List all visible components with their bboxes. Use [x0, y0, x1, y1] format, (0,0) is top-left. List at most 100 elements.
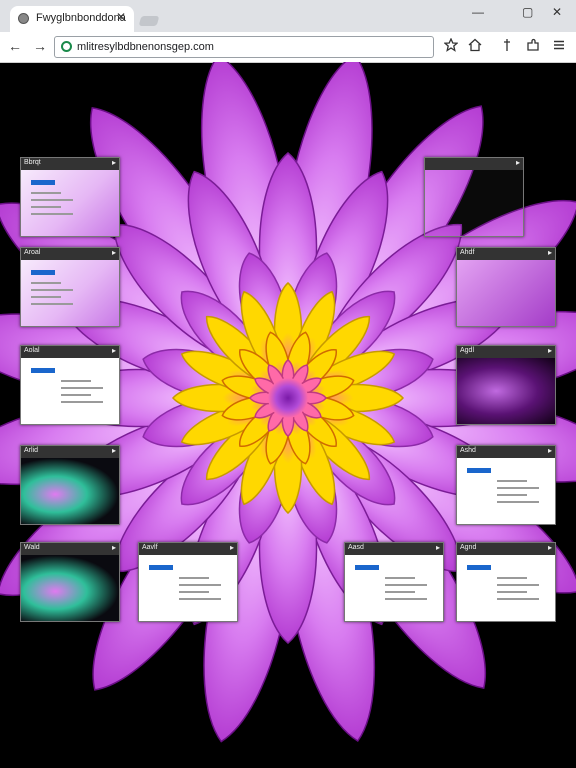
thumbnail-preview [457, 458, 555, 524]
forward-arrow-icon[interactable]: → [33, 38, 47, 54]
thumbnail-close-icon[interactable]: ▸ [112, 543, 116, 552]
tab-close-icon[interactable]: ✕ [116, 10, 126, 24]
window-thumbnail[interactable]: Aolal ▸ [20, 345, 120, 425]
thumbnail-accent-bar [355, 565, 379, 570]
thumbnail-text-line [61, 380, 91, 382]
thumbnail-header: Bbrqt ▸ [21, 158, 119, 170]
browser-toolbar: ← → mlitresylbdbnenonsgep.com [0, 32, 576, 63]
minimize-icon[interactable]: — [472, 5, 484, 19]
address-bar[interactable]: mlitresylbdbnenonsgep.com [54, 36, 434, 58]
thumbnail-preview [425, 170, 523, 236]
window-thumbnail[interactable]: Ashd ▸ [456, 445, 556, 525]
thumbnail-accent-bar [31, 270, 55, 275]
thumbnail-close-icon[interactable]: ▸ [548, 346, 552, 355]
thumbnail-header: Agnd ▸ [457, 543, 555, 555]
thumbnail-title: Aroal [24, 249, 41, 256]
thumbnail-close-icon[interactable]: ▸ [548, 248, 552, 257]
menu-icon[interactable] [552, 38, 566, 52]
thumbnail-text-line [31, 192, 61, 194]
thumbnail-accent-bar [31, 180, 55, 185]
flower-center [268, 378, 308, 418]
thumbnail-text-line [31, 296, 61, 298]
thumbnail-title: Aavlf [142, 544, 158, 551]
window-thumbnail[interactable]: Arlid ▸ [20, 445, 120, 525]
back-arrow-icon[interactable]: ← [8, 38, 22, 54]
thumbnail-text-line [179, 598, 221, 600]
thumbnail-close-icon[interactable]: ▸ [230, 543, 234, 552]
thumbnail-preview [457, 358, 555, 424]
thumbnail-accent-bar [31, 368, 55, 373]
desktop-wallpaper: Bbrqt ▸ ▸ Aroal ▸ Ahdf ▸ Aolal ▸ Agdl ▸ Arlid ▸ Ashd ▸… [0, 62, 576, 768]
thumbnail-header: ▸ [425, 158, 523, 170]
browser-tab[interactable]: Fwyglbnbonddona ✕ [10, 6, 134, 32]
maximize-icon[interactable]: ▢ [522, 5, 533, 19]
thumbnail-text-line [497, 480, 527, 482]
thumbnail-text-line [179, 577, 209, 579]
thumbnail-header: Agdl ▸ [457, 346, 555, 358]
thumbnail-accent-bar [467, 565, 491, 570]
thumbnail-title: Aasd [348, 544, 364, 551]
thumbnail-text-line [61, 394, 91, 396]
thumbnail-text-line [385, 584, 427, 586]
window-thumbnail[interactable]: Agnd ▸ [456, 542, 556, 622]
thumbnail-title: Agnd [460, 544, 477, 551]
window-close-icon[interactable]: ✕ [552, 5, 562, 19]
thumbnail-close-icon[interactable]: ▸ [112, 446, 116, 455]
thumbnail-text-line [385, 591, 415, 593]
thumbnail-text-line [385, 577, 415, 579]
window-thumbnail[interactable]: Aasd ▸ [344, 542, 444, 622]
thumbnail-accent-bar [149, 565, 173, 570]
thumbnail-header: Aolal ▸ [21, 346, 119, 358]
thumbnail-preview [21, 458, 119, 524]
thumbnail-preview [21, 555, 119, 621]
tab-title: Fwyglbnbonddona [36, 12, 126, 24]
thumbnail-header: Aasd ▸ [345, 543, 443, 555]
thumbnail-text-line [31, 303, 73, 305]
extensions-icon[interactable] [526, 38, 540, 52]
thumbnail-preview [21, 260, 119, 326]
thumbnail-title: Bbrqt [24, 159, 41, 166]
thumbnail-close-icon[interactable]: ▸ [112, 158, 116, 167]
window-thumbnail[interactable]: Bbrqt ▸ [20, 157, 120, 237]
thumbnail-title: Agdl [460, 347, 475, 354]
home-icon[interactable] [468, 38, 482, 52]
bookmark-star-icon[interactable] [444, 38, 458, 52]
thumbnail-close-icon[interactable]: ▸ [516, 158, 520, 167]
window-thumbnail[interactable]: Wald ▸ [20, 542, 120, 622]
thumbnail-text-line [497, 494, 527, 496]
thumbnail-title: Ahdf [460, 249, 475, 256]
thumbnail-header: Aroal ▸ [21, 248, 119, 260]
thumbnail-text-line [497, 487, 539, 489]
thumbnail-header: Wald ▸ [21, 543, 119, 555]
thumbnail-text-line [497, 584, 539, 586]
secure-site-icon [61, 41, 72, 52]
thumbnail-close-icon[interactable]: ▸ [112, 346, 116, 355]
window-thumbnail[interactable]: Aroal ▸ [20, 247, 120, 327]
thumbnail-close-icon[interactable]: ▸ [548, 543, 552, 552]
thumbnail-text-line [31, 213, 73, 215]
title-bar: Fwyglbnbonddona ✕ — ▢ ✕ [0, 0, 576, 32]
window-thumbnail[interactable]: Aavlf ▸ [138, 542, 238, 622]
thumbnail-text-line [179, 591, 209, 593]
window-thumbnail[interactable]: ▸ [424, 157, 524, 237]
thumbnail-text-line [31, 206, 61, 208]
thumbnail-close-icon[interactable]: ▸ [436, 543, 440, 552]
thumbnail-header: Ahdf ▸ [457, 248, 555, 260]
new-tab-button[interactable] [138, 16, 160, 26]
thumbnail-text-line [385, 598, 427, 600]
thumbnail-title: Ashd [460, 447, 476, 454]
thumbnail-text-line [31, 282, 61, 284]
thumbnail-close-icon[interactable]: ▸ [112, 248, 116, 257]
url-text: mlitresylbdbnenonsgep.com [77, 41, 214, 53]
thumbnail-title: Aolal [24, 347, 40, 354]
window-thumbnail[interactable]: Ahdf ▸ [456, 247, 556, 327]
pin-icon[interactable] [500, 38, 514, 52]
thumbnail-close-icon[interactable]: ▸ [548, 446, 552, 455]
thumbnail-preview [457, 555, 555, 621]
thumbnail-text-line [497, 598, 539, 600]
thumbnail-text-line [497, 501, 539, 503]
thumbnail-preview [345, 555, 443, 621]
window-thumbnail[interactable]: Agdl ▸ [456, 345, 556, 425]
favicon-icon [18, 13, 29, 24]
thumbnail-header: Aavlf ▸ [139, 543, 237, 555]
